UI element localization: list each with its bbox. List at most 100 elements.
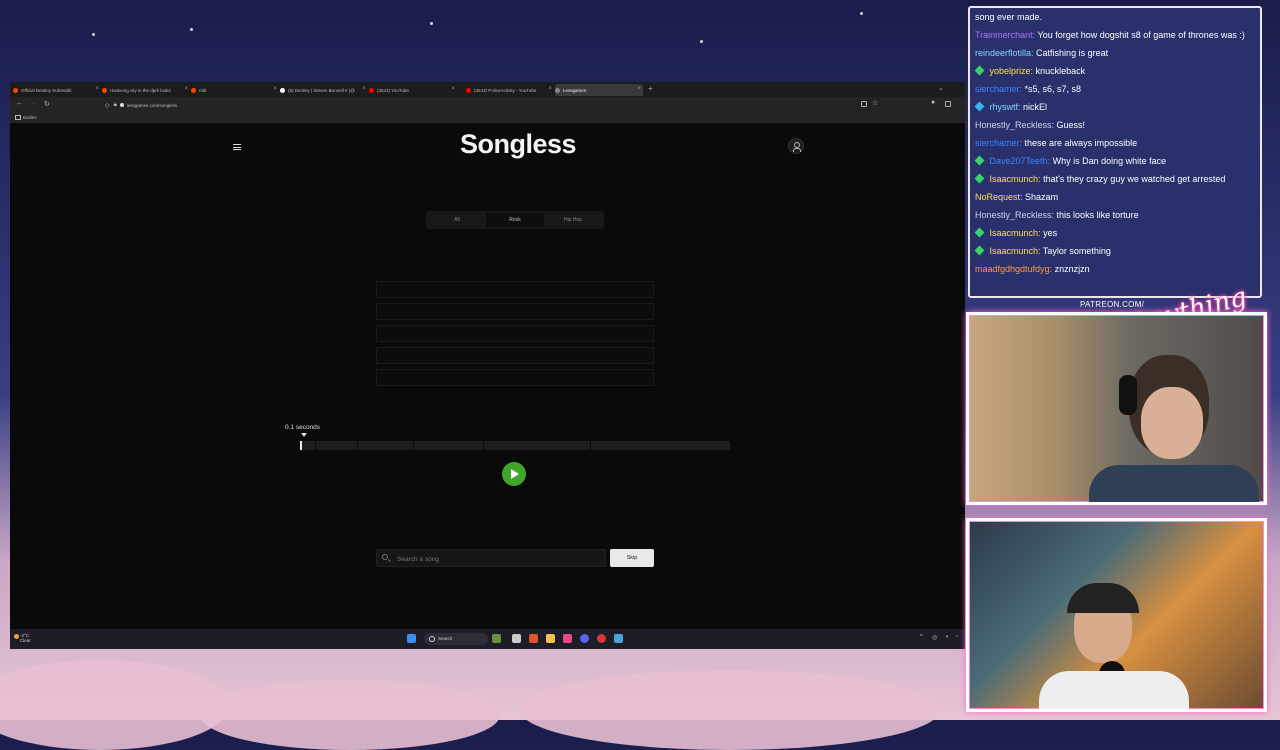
sub-badge-icon — [974, 101, 985, 112]
account-icon[interactable] — [788, 138, 804, 154]
menu-icon[interactable] — [233, 144, 241, 150]
genre-tabs: All Rock Hip Hop — [426, 211, 604, 229]
youtube-icon — [369, 87, 374, 93]
weather-icon — [14, 634, 19, 639]
task-view-icon[interactable] — [512, 634, 521, 643]
chat-username: Isaacmunch: — [989, 174, 1041, 184]
chat-message: Dave207Teeth: Why is Dan doing white fac… — [970, 152, 1260, 170]
chat-text: *s5, s6, s7, s8 — [1024, 84, 1082, 94]
chat-text: knuckleback — [1035, 66, 1086, 76]
close-icon[interactable]: × — [451, 86, 455, 92]
chat-username: NoRequest: — [975, 192, 1023, 202]
background-cloud — [0, 660, 230, 750]
weather-widget[interactable]: -2°C Clear — [14, 633, 31, 643]
chat-username: reindeerflotilla: — [975, 48, 1034, 58]
discord-icon[interactable] — [580, 634, 589, 643]
url-field[interactable]: ◇ 🔒︎ lessgames.com/songless — [105, 100, 885, 110]
tab[interactable]: r/all × — [191, 84, 279, 96]
lock-icon: 🔒︎ — [113, 101, 117, 108]
tab-title: Official Destiny Subreddit — [21, 87, 72, 93]
tab[interactable]: (5) Destiny | Steven Bonnell II (@ × — [280, 84, 368, 96]
close-icon[interactable]: × — [637, 86, 641, 92]
close-icon[interactable]: × — [362, 86, 366, 92]
reload-icon[interactable]: ↻ — [44, 100, 50, 108]
webcam-feed-bottom — [966, 518, 1267, 712]
chat-text: that's they crazy guy we watched get arr… — [1043, 174, 1226, 184]
tab[interactable]: (3643) YouTube × — [369, 84, 457, 96]
tab[interactable]: Official Destiny Subreddit × — [13, 84, 101, 96]
chat-message: Isaacmunch: yes — [970, 224, 1260, 242]
bookmark-star-icon[interactable]: ☆ — [872, 99, 878, 107]
close-icon[interactable]: × — [184, 86, 188, 92]
close-icon[interactable]: × — [548, 86, 552, 92]
tab-rock[interactable]: Rock — [486, 213, 544, 227]
reddit-icon — [102, 87, 107, 93]
lessgames-icon — [555, 87, 560, 93]
tray-chevron-icon[interactable]: ^ — [920, 634, 923, 640]
streamer-face — [1141, 387, 1203, 459]
tab-hip-hop[interactable]: Hip Hop — [544, 213, 602, 227]
app-icon[interactable] — [563, 634, 572, 643]
steam-icon[interactable] — [614, 634, 623, 643]
tab[interactable]: (3643) PoliceActivity - YouTube × — [466, 84, 554, 96]
sub-badge-icon — [974, 155, 985, 166]
tab-all[interactable]: All — [428, 213, 486, 227]
chat-username: Dave207Teeth: — [989, 156, 1051, 166]
background-star — [700, 40, 703, 43]
close-icon[interactable]: × — [273, 86, 277, 92]
sub-badge-icon — [974, 245, 985, 256]
bookmark-folder[interactable]: Dailies — [23, 115, 37, 120]
new-tab-button[interactable]: + — [648, 84, 653, 93]
guess-slot — [376, 325, 654, 342]
stream-chat: song ever made. Trainmerchant: You forge… — [968, 6, 1262, 298]
tab-list-icon[interactable]: ⌄ — [938, 84, 944, 92]
chat-username: Isaacmunch: — [989, 246, 1041, 256]
back-icon[interactable]: ← — [16, 100, 23, 107]
taskbar-search[interactable]: Search — [424, 633, 488, 645]
url-text: lessgames.com/songless — [126, 102, 178, 108]
chat-username: yobelprize: — [989, 66, 1034, 76]
guess-slot — [376, 281, 654, 298]
chat-text: You forget how dogshit s8 of game of thr… — [1037, 30, 1245, 40]
play-button[interactable] — [502, 462, 526, 486]
close-icon[interactable]: × — [95, 86, 99, 92]
browser-icon[interactable] — [529, 634, 538, 643]
page-title: Songless — [459, 129, 577, 159]
playhead — [300, 441, 302, 450]
reddit-icon — [191, 87, 196, 93]
extensions-icon[interactable] — [945, 101, 951, 107]
weather-desc: Clear — [20, 638, 31, 643]
chat-text: these are always impossible — [1024, 138, 1138, 148]
tab-active[interactable]: Lessgames × — [555, 84, 643, 96]
chat-text: this looks like torture — [1056, 210, 1139, 220]
chat-username: Isaacmunch: — [989, 228, 1041, 238]
app-icon[interactable] — [492, 634, 501, 643]
file-explorer-icon[interactable] — [546, 634, 555, 643]
song-search-input[interactable] — [395, 550, 599, 568]
chat-message: Trainmerchant: You forget how dogshit s8… — [970, 26, 1260, 44]
chat-text: znznzjzn — [1054, 264, 1090, 274]
windows-start-icon[interactable] — [407, 634, 416, 643]
shirt — [1039, 671, 1189, 709]
notification-icon[interactable]: ▫ — [956, 634, 958, 640]
sub-badge-icon — [974, 227, 985, 238]
tab[interactable]: Hwasong city in the dprk looks × — [102, 84, 190, 96]
forward-icon[interactable]: → — [30, 100, 37, 107]
app-icon[interactable] — [597, 634, 606, 643]
chat-message: yobelprize: knuckleback — [970, 62, 1260, 80]
extension-icon[interactable]: ● — [931, 99, 935, 106]
chat-message: sierchamer: *s5, s6, s7, s8 — [970, 80, 1260, 98]
skip-button[interactable]: Skip — [610, 549, 654, 567]
reader-icon[interactable] — [861, 101, 867, 107]
address-bar: ← → ↻ ◇ 🔒︎ lessgames.com/songless ☆ ● — [10, 97, 965, 113]
folder-icon — [15, 115, 21, 120]
tab-title: (3643) YouTube — [377, 87, 409, 93]
webcam-feed-top — [966, 312, 1267, 505]
site-icon — [119, 103, 124, 107]
volume-icon[interactable]: ◖ — [945, 634, 949, 640]
chat-text: nickEl — [1023, 102, 1048, 112]
sub-badge-icon — [974, 173, 985, 184]
guess-slot — [376, 303, 654, 320]
network-icon[interactable]: ◎ — [932, 634, 937, 641]
chat-message: NoRequest: Shazam — [970, 188, 1260, 206]
